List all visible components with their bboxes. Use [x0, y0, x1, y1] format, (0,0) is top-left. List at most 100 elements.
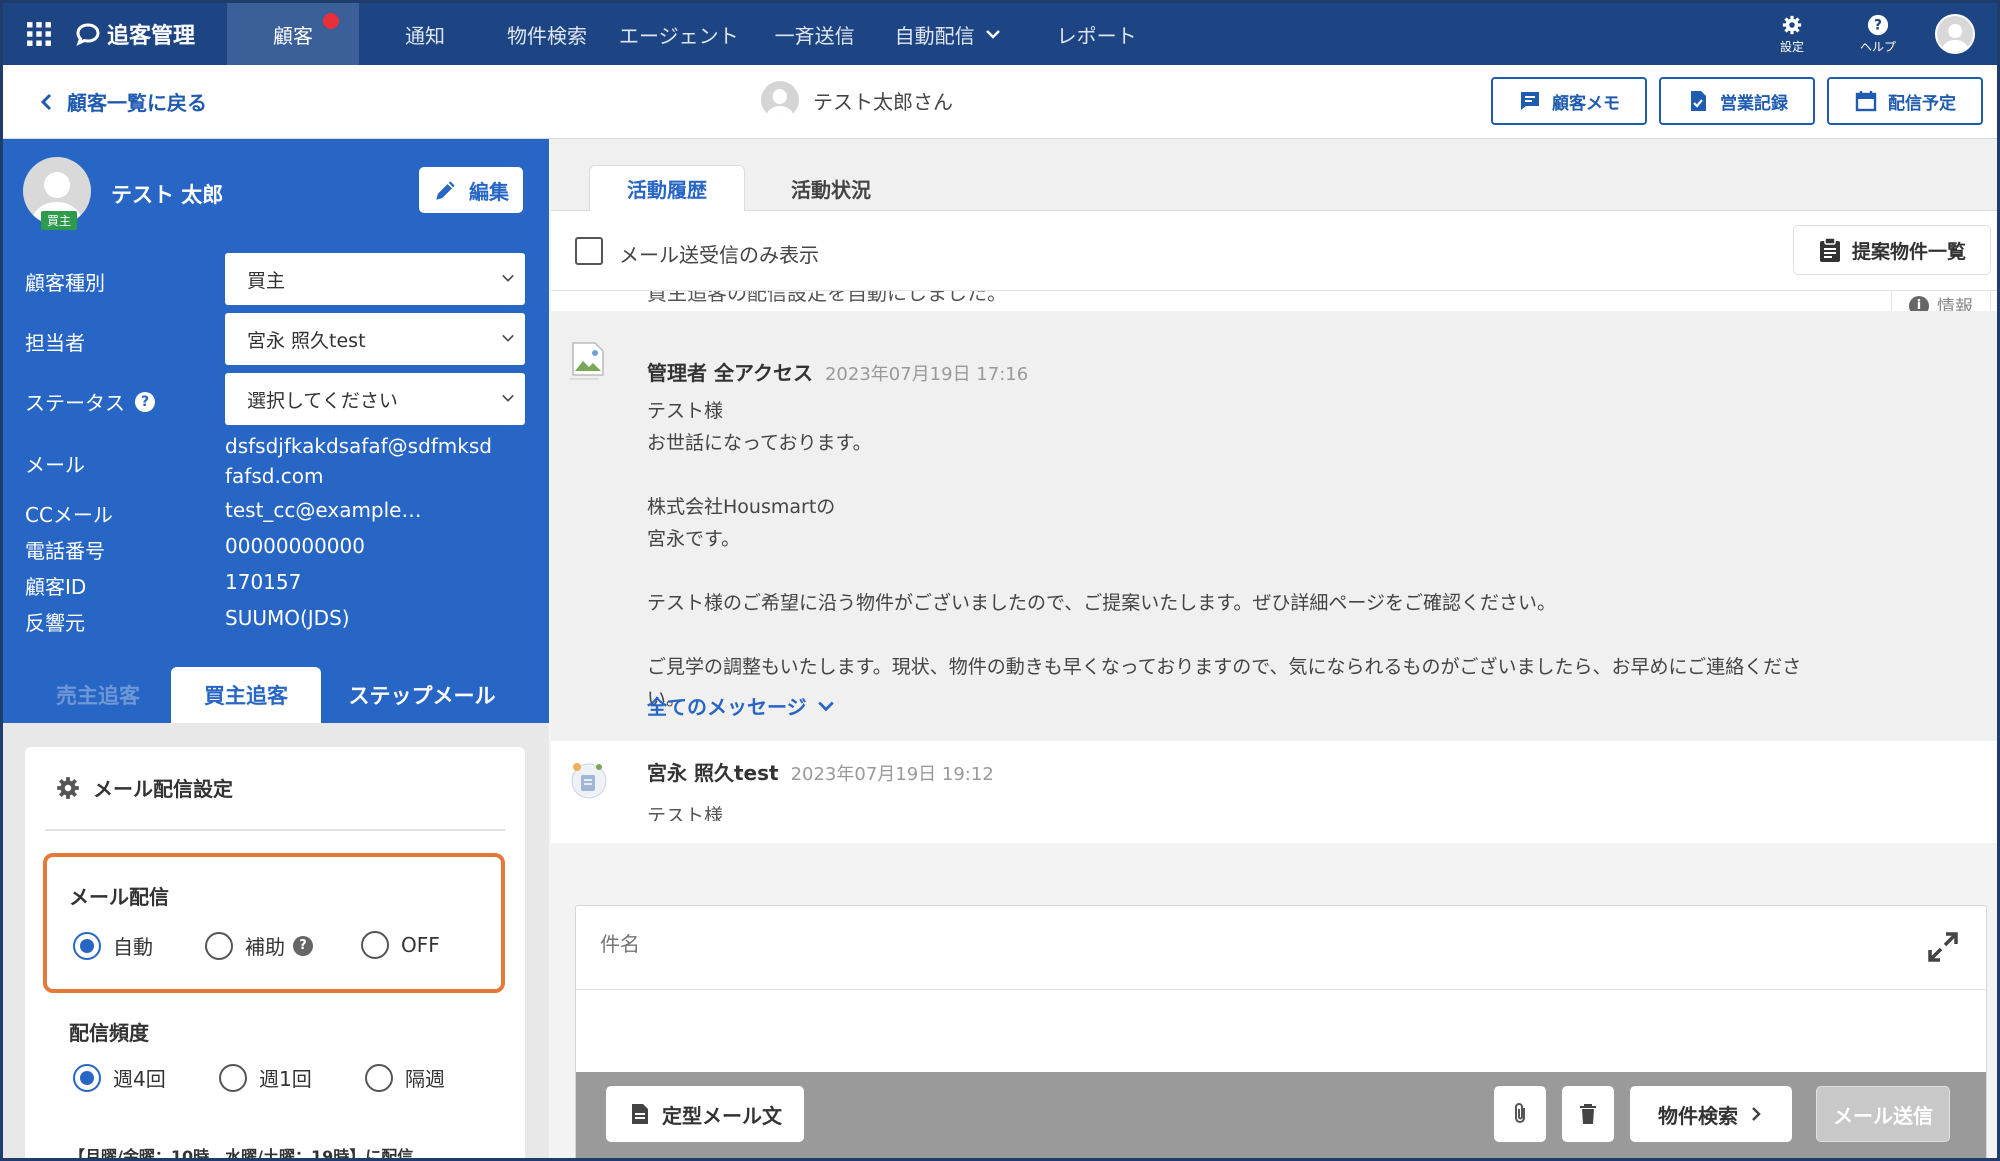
message-header: 管理者 全アクセス 2023年07月19日 17:16 [647, 357, 1028, 386]
settings-button[interactable]: 設定 [1749, 3, 1835, 65]
email-line-1: dsfsdjfkakdsafaf@sdfmksd [225, 434, 492, 458]
nav-item-reports[interactable]: レポート [1021, 3, 1173, 65]
brand-logo[interactable]: 追客管理 [75, 18, 227, 50]
radio-frequency-biweekly[interactable]: 隔週 [365, 1063, 445, 1092]
nav-item-property-search[interactable]: 物件検索 [491, 3, 603, 65]
template-mail-button[interactable]: 定型メール文 [606, 1086, 804, 1142]
assignee-label: 担当者 [25, 331, 85, 355]
sender-avatar-icon [567, 757, 611, 801]
expand-icon[interactable] [1926, 930, 1960, 964]
mail-only-checkbox[interactable] [575, 237, 603, 265]
sub-header: 顧客一覧に戻る テスト太郎さん 顧客メモ 営業記録 配信予定 [3, 65, 1997, 139]
status-label: ステータス ? [25, 387, 155, 416]
button-label: 定型メール文 [662, 1103, 782, 1128]
delete-button[interactable] [1562, 1086, 1614, 1142]
notification-dot [323, 13, 339, 29]
edit-label: 編集 [469, 179, 509, 204]
mail-delivery-label: メール配信 [69, 885, 169, 909]
radio-label: 週4回 [113, 1067, 166, 1091]
cc-email-value: test_cc@example… [225, 498, 422, 522]
nav-label: 通知 [405, 23, 445, 48]
delivery-schedule-button[interactable]: 配信予定 [1827, 77, 1983, 125]
back-to-list-link[interactable]: 顧客一覧に戻る [39, 87, 207, 116]
activity-panel: 活動履歴 活動状況 メール送受信のみ表示 提案物件一覧 買主追客の配信設定を自動… [551, 139, 1997, 1158]
radio-frequency-4x-weekly[interactable]: 週4回 [73, 1063, 166, 1092]
show-all-messages-link[interactable]: 全てのメッセージ [647, 691, 835, 720]
memo-icon [1521, 92, 1539, 110]
top-navigation: 追客管理 顧客 通知 物件検索 エージェント 一斉送信 自動配信 レポート 設定… [3, 3, 1997, 65]
help-button[interactable]: ? ヘルプ [1835, 3, 1921, 65]
nav-item-auto-delivery[interactable]: 自動配信 [875, 3, 1021, 65]
nav-item-bulk-send[interactable]: 一斉送信 [755, 3, 875, 65]
activity-feed[interactable]: 買主追客の配信設定を自動にしました。 i 情報 管理者 全アクセス 2023年0… [551, 291, 1997, 843]
status-select[interactable]: 選択してください [225, 373, 525, 425]
buyer-badge: 買主 [41, 211, 78, 230]
chevron-right-icon [1752, 1107, 1761, 1121]
tab-step-mail[interactable]: ステップメール [333, 667, 511, 723]
radio-delivery-assist[interactable]: 補助 ? [205, 931, 313, 960]
broken-image-icon [567, 337, 611, 381]
chevron-left-icon [40, 93, 52, 110]
brand-name: 追客管理 [107, 24, 196, 49]
mail-settings-title: メール配信設定 [55, 773, 233, 802]
nav-item-agent[interactable]: エージェント [603, 3, 755, 65]
attach-button[interactable] [1494, 1086, 1546, 1142]
help-icon[interactable]: ? [293, 935, 313, 956]
tab-label: 買主追客 [204, 684, 288, 708]
document-check-icon [1691, 91, 1706, 111]
sales-record-button[interactable]: 営業記録 [1659, 77, 1815, 125]
gear-icon [1782, 15, 1802, 34]
tab-buyer-tracking[interactable]: 買主追客 [171, 667, 321, 723]
link-label: 全てのメッセージ [647, 695, 807, 719]
card-title-text: メール配信設定 [93, 777, 233, 801]
app-grid-icon[interactable] [3, 3, 75, 65]
tab-label: 活動履歴 [627, 178, 707, 202]
message-date: 2023年07月19日 17:16 [824, 364, 1029, 385]
radio-label: 自動 [113, 935, 153, 959]
help-icon: ? [1867, 14, 1889, 35]
highlight-frame [43, 853, 505, 993]
property-search-button[interactable]: 物件検索 [1630, 1086, 1792, 1142]
assignee-select[interactable]: 宮永 照久test [225, 313, 525, 365]
svg-text:?: ? [1874, 17, 1882, 33]
subject-input[interactable] [600, 932, 1800, 956]
user-avatar[interactable] [1935, 14, 1975, 54]
frequency-label: 配信頻度 [69, 1021, 149, 1045]
source-label: 反響元 [25, 611, 85, 635]
button-label: 物件検索 [1658, 1103, 1738, 1128]
pencil-icon [436, 181, 455, 200]
chevron-down-icon [817, 701, 834, 711]
radio-frequency-weekly[interactable]: 週1回 [219, 1063, 312, 1092]
tab-seller-tracking[interactable]: 売主追客 [25, 667, 171, 723]
button-label: 提案物件一覧 [1851, 240, 1966, 263]
avatar-head [44, 171, 70, 198]
message-sender: 宮永 照久test [647, 761, 779, 785]
customer-memo-button[interactable]: 顧客メモ [1491, 77, 1647, 125]
nav-item-customers[interactable]: 顧客 [227, 3, 359, 65]
subject-row [576, 906, 1986, 990]
message-body-preview: テスト様 [647, 805, 724, 821]
message-item: 管理者 全アクセス 2023年07月19日 17:16 テスト様 お世話になって… [551, 311, 1997, 741]
tab-activity-status[interactable]: 活動状況 [753, 165, 909, 211]
tab-activity-history[interactable]: 活動履歴 [589, 165, 745, 211]
chevron-down-icon [502, 334, 514, 342]
send-mail-button[interactable]: メール送信 [1816, 1086, 1950, 1142]
nav-item-notifications[interactable]: 通知 [359, 3, 491, 65]
button-label: 営業記録 [1720, 93, 1788, 114]
customer-avatar [761, 81, 799, 119]
edit-button[interactable]: 編集 [419, 167, 523, 213]
radio-delivery-auto[interactable]: 自動 [73, 931, 153, 960]
chat-bubble-icon [76, 23, 100, 46]
proposed-properties-button[interactable]: 提案物件一覧 [1793, 225, 1991, 275]
customer-type-label: 顧客種別 [25, 271, 105, 295]
help-icon[interactable]: ? [135, 391, 155, 412]
radio-delivery-off[interactable]: OFF [361, 931, 440, 959]
radio-indicator [73, 931, 101, 960]
select-value: 買主 [247, 269, 286, 292]
customer-type-select[interactable]: 買主 [225, 253, 525, 305]
customer-profile: 買主 テスト 太郎 編集 顧客種別 買主 担当者 宮永 照久test ステータス… [3, 139, 549, 723]
radio-indicator [361, 931, 389, 959]
app-window: 追客管理 顧客 通知 物件検索 エージェント 一斉送信 自動配信 レポート 設定… [0, 0, 2000, 1161]
tab-label: 売主追客 [56, 684, 140, 708]
avatar-head [1948, 23, 1962, 38]
